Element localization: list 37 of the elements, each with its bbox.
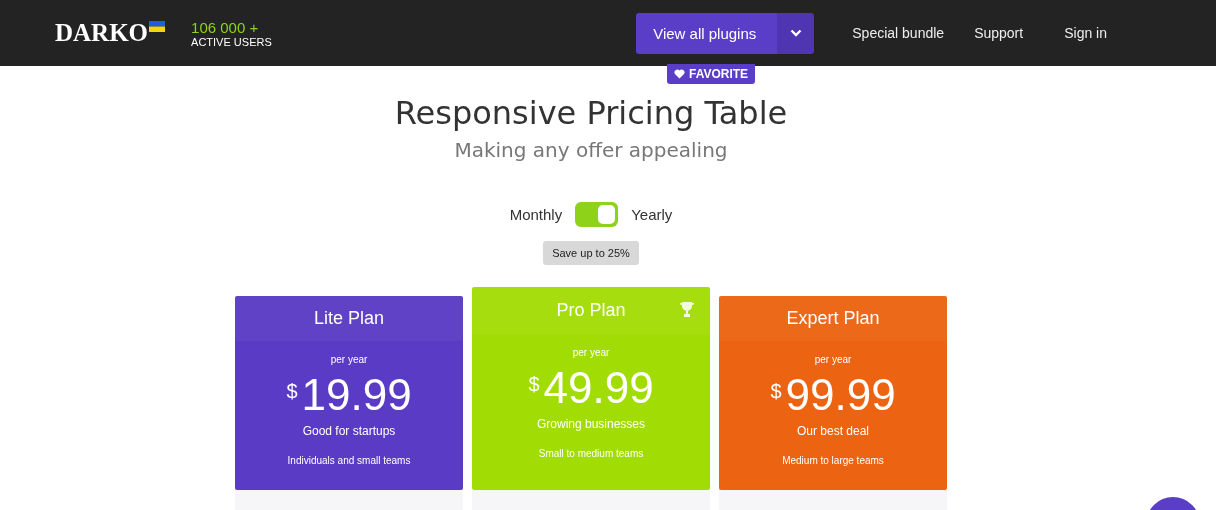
yearly-label: Yearly (631, 206, 673, 223)
plugins-button[interactable]: View all plugins (636, 12, 778, 54)
badge-label: FAVORITE (689, 67, 749, 81)
page-title: Responsive Pricing Table (394, 94, 788, 132)
plan-audience: Small to medium teams (538, 448, 644, 459)
flag-icon (149, 21, 166, 32)
plan-tagline: Our best deal (796, 424, 869, 438)
plan-name: Pro Plan (556, 300, 626, 321)
plan-audience: Individuals and small teams (287, 455, 411, 466)
plan-name: Lite Plan (313, 308, 385, 329)
plan-price: 99.99 (785, 370, 896, 420)
user-count-label: ACTIVE USERS (191, 35, 272, 48)
currency-sign: $ (770, 380, 782, 403)
billing-period: per year (330, 354, 368, 365)
nav-link[interactable]: Sign in (1064, 25, 1107, 41)
logo: DARKO (55, 19, 149, 47)
currency-sign: $ (528, 373, 540, 396)
monthly-label: Monthly (509, 206, 563, 223)
heart-icon (674, 69, 685, 79)
plan-audience: Medium to large teams (782, 455, 884, 466)
plan-price: 49.99 (543, 363, 654, 413)
plan-price: 19.99 (301, 370, 412, 420)
plan-tagline: Good for startups (302, 424, 396, 438)
page-subtitle: Making any offer appealing (454, 138, 728, 162)
trophy-icon (680, 301, 694, 318)
billing-period: per year (572, 347, 610, 358)
user-count: 106 000 + (191, 18, 260, 36)
savings-note: Save up to 25% (543, 241, 639, 265)
plan-name: Expert Plan (786, 308, 880, 329)
dropdown-button[interactable] (777, 12, 815, 54)
plan-tagline: Growing businesses (536, 417, 646, 431)
billing-toggle[interactable] (575, 202, 619, 227)
billing-period: per year (814, 354, 852, 365)
currency-sign: $ (286, 380, 298, 403)
chevron-icon (789, 29, 802, 37)
nav-link[interactable]: Special bundle (852, 25, 945, 41)
nav-link[interactable]: Support (974, 25, 1024, 41)
